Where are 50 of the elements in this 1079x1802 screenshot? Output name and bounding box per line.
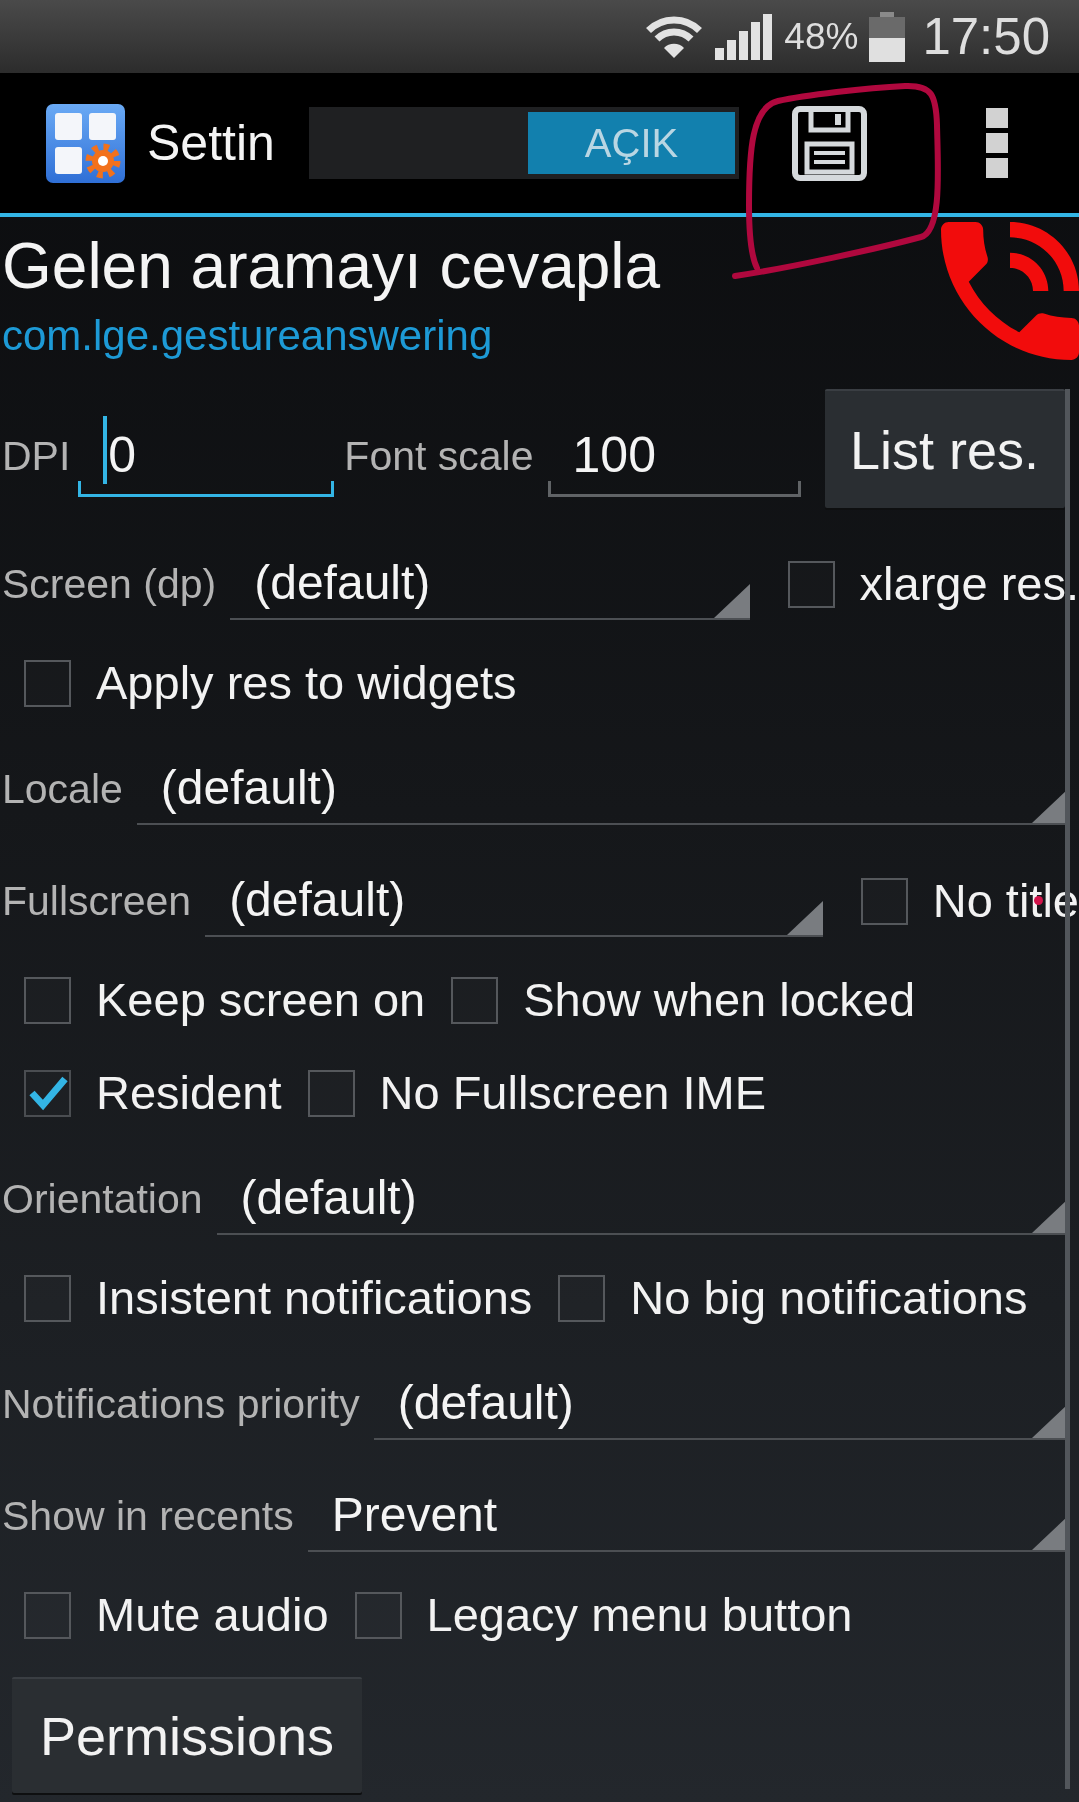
checkbox-label[interactable]: Resident [96,1065,282,1121]
text-field[interactable]: 0 [78,413,335,497]
checkbox[interactable] [24,659,71,707]
field-label: Fullscreen [2,877,192,925]
checkbox[interactable] [787,560,835,608]
dropdown[interactable]: (default) [205,865,823,937]
checkbox[interactable] [24,1274,71,1322]
checkbox-label[interactable]: Legacy menu button [426,1587,853,1643]
checkbox-label[interactable]: No big notifications [630,1270,1028,1326]
app-title: Settin [147,114,276,173]
field-label: DPI [2,432,71,480]
checkbox[interactable] [307,1069,355,1117]
dropdown-triangle-icon [713,584,750,618]
checkbox-label[interactable]: No Fullscreen IME [379,1065,767,1121]
checkmark-icon [27,1075,68,1111]
battery-icon [869,11,906,62]
phone-ringing-icon [941,222,1079,360]
checkbox-label[interactable]: Insistent notifications [96,1270,533,1326]
field-label: Show in recents [2,1492,294,1540]
checkbox[interactable] [354,1591,402,1639]
battery-percent: 48% [784,18,859,55]
signal-icon [715,13,774,60]
list-resources-button[interactable]: List res. [824,389,1065,508]
text-cursor-icon [103,416,108,484]
checkbox[interactable] [558,1274,606,1322]
field-label: Font scale [344,432,534,480]
field-label: Notifications priority [2,1380,360,1428]
checkbox-label[interactable]: xlarge res. [859,556,1079,612]
checkbox[interactable] [24,1069,71,1117]
status-time: 17:50 [922,11,1050,62]
checkbox[interactable] [860,877,908,925]
checkbox[interactable] [24,976,71,1024]
dropdown[interactable]: (default) [230,548,750,620]
app-name-heading: Gelen aramayı cevapla [2,229,661,303]
permissions-button[interactable]: Permissions [12,1677,362,1793]
app-icon[interactable] [46,103,125,183]
save-icon[interactable] [792,105,867,181]
checkbox[interactable] [451,976,499,1024]
overflow-menu-icon[interactable] [986,108,1008,178]
checkbox[interactable] [24,1591,71,1639]
field-label: Screen (dp) [2,560,217,608]
marker-dot-icon [1034,896,1043,905]
checkbox-label[interactable]: Mute audio [96,1587,329,1643]
field-label: Orientation [2,1175,203,1223]
checkbox-label[interactable]: Show when locked [523,972,916,1028]
checkbox-label[interactable]: Keep screen on [96,972,426,1028]
field-label: Locale [2,765,123,813]
package-name: com.lge.gestureanswering [2,311,493,361]
dropdown-triangle-icon [786,901,823,935]
checkbox-label[interactable]: Apply res to widgets [96,655,517,711]
